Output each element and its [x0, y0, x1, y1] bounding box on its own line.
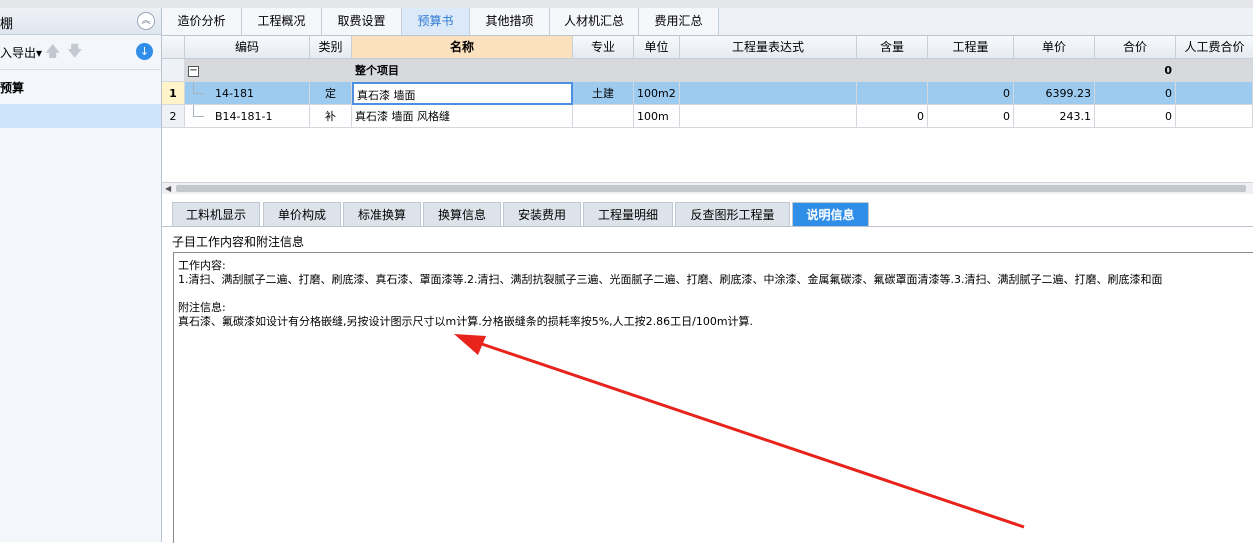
description-section-title: 子目工作内容和附注信息 — [172, 235, 305, 249]
row-quantity[interactable]: 0 — [928, 82, 1014, 105]
row-total[interactable]: 0 — [1095, 82, 1176, 105]
left-panel-header: 棚 ︽ — [0, 8, 161, 35]
header-type[interactable]: 类别 — [310, 36, 352, 59]
row-quantity[interactable]: 0 — [928, 105, 1014, 128]
row-expression[interactable] — [680, 82, 857, 105]
tab-standard-conversion[interactable]: 标准换算 — [343, 202, 421, 226]
description-textarea[interactable]: 工作内容: 1.清扫、满刮腻子二遍、打磨、刷底漆、真石漆、罩面漆等.2.清扫、满… — [173, 252, 1253, 543]
row-code-text: B14-181-1 — [215, 110, 273, 123]
collapse-icon[interactable]: − — [188, 65, 199, 77]
move-up-icon[interactable]: 🡅 — [45, 41, 60, 66]
row-major[interactable] — [573, 105, 634, 128]
work-content-text: 1.清扫、满刮腻子二遍、打磨、刷底漆、真石漆、罩面漆等.2.清扫、满刮抗裂腻子三… — [178, 273, 1163, 286]
tab-quantity-details[interactable]: 工程量明细 — [583, 202, 673, 226]
row-unit[interactable]: 100m2 — [634, 82, 680, 105]
row-total: 0 — [1095, 59, 1176, 82]
tab-reverse-graphic-quantity[interactable]: 反查图形工程量 — [675, 202, 790, 226]
header-quantity[interactable]: 工程量 — [928, 36, 1014, 59]
left-panel-toolbar: 入导出▾ 🡅 🡇 ↓ — [0, 35, 161, 70]
row-content[interactable]: 0 — [857, 105, 928, 128]
row-total[interactable]: 0 — [1095, 105, 1176, 128]
row-expression[interactable] — [680, 105, 857, 128]
row-major[interactable]: 土建 — [573, 82, 634, 105]
tab-fee-summary[interactable]: 费用汇总 — [639, 8, 719, 35]
row-name[interactable]: 真石漆 墙面 风格缝 — [352, 105, 573, 128]
main-tabs: 造价分析 工程概况 取费设置 预算书 其他措项 人材机汇总 费用汇总 — [162, 8, 1253, 36]
tree-item-budget[interactable]: 预算 — [0, 79, 24, 96]
table-row-group[interactable]: − 整个项目 0 — [162, 59, 1253, 82]
row-unit — [634, 59, 680, 82]
tab-budget-book[interactable]: 预算书 — [402, 8, 470, 35]
header-unit-price[interactable]: 单价 — [1014, 36, 1095, 59]
header-content[interactable]: 含量 — [857, 36, 928, 59]
tree-connector — [193, 82, 204, 94]
row-number — [162, 59, 185, 82]
tab-cost-analysis[interactable]: 造价分析 — [162, 8, 242, 35]
scroll-left-icon[interactable]: ◀ — [165, 184, 171, 193]
row-type — [310, 59, 352, 82]
row-labor-total — [1176, 59, 1253, 82]
header-unit[interactable]: 单位 — [634, 36, 680, 59]
row-labor-total[interactable] — [1176, 82, 1253, 105]
header-total[interactable]: 合价 — [1095, 36, 1176, 59]
note-text: 真石漆、氟碳漆如设计有分格嵌缝,另按设计图示尺寸以m计算.分格嵌缝条的损耗率按5… — [178, 315, 754, 328]
left-panel: 棚 ︽ 入导出▾ 🡅 🡇 ↓ 预算 — [0, 8, 162, 542]
row-code[interactable]: B14-181-1 — [185, 105, 310, 128]
row-code-text: 14-181 — [215, 87, 254, 100]
row-name-editor[interactable]: 真石漆 墙面 — [352, 82, 573, 105]
row-code[interactable]: 14-181 — [185, 82, 310, 105]
tab-labor-material-summary[interactable]: 人材机汇总 — [550, 8, 639, 35]
row-name: 整个项目 — [352, 59, 573, 82]
tab-description-info[interactable]: 说明信息 — [792, 202, 869, 226]
row-code: − — [185, 59, 310, 82]
tab-conversion-info[interactable]: 换算信息 — [423, 202, 501, 226]
move-down-icon[interactable]: 🡇 — [67, 41, 82, 66]
tree-item-selected[interactable] — [0, 104, 161, 128]
left-panel-title: 棚 — [0, 17, 14, 32]
header-expression[interactable]: 工程量表达式 — [680, 36, 857, 59]
horizontal-scrollbar[interactable]: ◀ — [162, 182, 1253, 194]
row-quantity — [928, 59, 1014, 82]
tab-labor-material-display[interactable]: 工料机显示 — [172, 202, 260, 226]
detail-tabs: 工料机显示 单价构成 标准换算 换算信息 安装费用 工程量明细 反查图形工程量 … — [162, 201, 1253, 227]
row-number: 2 — [162, 105, 185, 128]
import-export-dropdown[interactable]: 入导出▾ — [0, 44, 42, 61]
row-unit-price[interactable]: 243.1 — [1014, 105, 1095, 128]
row-unit-price — [1014, 59, 1095, 82]
row-labor-total[interactable] — [1176, 105, 1253, 128]
row-type[interactable]: 定 — [310, 82, 352, 105]
row-number: 1 — [162, 82, 185, 105]
row-unit[interactable]: 100m — [634, 105, 680, 128]
tab-project-overview[interactable]: 工程概况 — [242, 8, 322, 35]
row-expression — [680, 59, 857, 82]
scrollbar-thumb[interactable] — [176, 185, 1246, 192]
table-row[interactable]: 2 B14-181-1 补 真石漆 墙面 风格缝 100m 0 0 243.1 … — [162, 105, 1253, 128]
tab-installation-fee[interactable]: 安装费用 — [503, 202, 581, 226]
budget-grid: 编码 类别 名称 专业 单位 工程量表达式 含量 工程量 单价 合价 人工费合价… — [162, 36, 1253, 182]
header-rownum — [162, 36, 185, 59]
collapse-up-icon[interactable]: ︽ — [137, 12, 155, 30]
tree-connector — [193, 105, 204, 117]
header-major[interactable]: 专业 — [573, 36, 634, 59]
row-unit-price[interactable]: 6399.23 — [1014, 82, 1095, 105]
row-major — [573, 59, 634, 82]
import-export-label: 入导出 — [0, 46, 37, 60]
header-name[interactable]: 名称 — [352, 36, 573, 59]
row-type[interactable]: 补 — [310, 105, 352, 128]
tab-other-measures[interactable]: 其他措项 — [470, 8, 550, 35]
tab-fee-settings[interactable]: 取费设置 — [322, 8, 402, 35]
download-icon[interactable]: ↓ — [136, 43, 153, 60]
header-labor-total[interactable]: 人工费合价 — [1176, 36, 1253, 59]
tab-unit-price-composition[interactable]: 单价构成 — [263, 202, 341, 226]
row-content[interactable] — [857, 82, 928, 105]
table-row[interactable]: 1 14-181 定 真石漆 墙面 土建 100m2 0 6399.23 0 — [162, 82, 1253, 105]
header-code[interactable]: 编码 — [185, 36, 310, 59]
row-content — [857, 59, 928, 82]
